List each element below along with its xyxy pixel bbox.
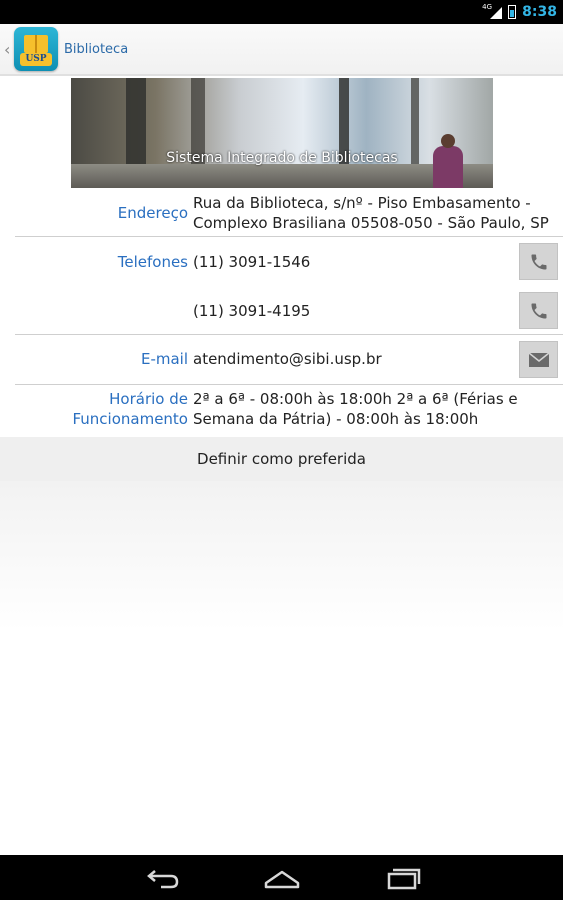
phone-icon — [531, 303, 546, 318]
phones-row: Telefones (11) 3091-1546 (11) 3091-4195 — [15, 242, 563, 332]
call-button-2[interactable] — [519, 292, 558, 329]
set-favorite-button[interactable]: Definir como preferida — [0, 437, 563, 481]
up-caret-icon[interactable]: ‹ — [4, 40, 14, 59]
divider — [15, 334, 563, 335]
status-indicators: 4G 8:38 — [482, 0, 557, 24]
page-title: Biblioteca — [64, 41, 129, 57]
phone-icon — [531, 254, 546, 269]
hours-line-1: 2ª a 6ª - 08:00h às 18:00h 2ª a 6ª (Féri… — [193, 390, 518, 408]
hours-row: Horário de Funcionamento 2ª a 6ª - 08:00… — [15, 389, 563, 433]
action-bar: ‹ USP Biblioteca — [0, 24, 563, 76]
recent-apps-icon[interactable] — [383, 865, 423, 891]
divider — [15, 384, 563, 385]
phone-number-1[interactable]: (11) 3091-1546 — [193, 252, 310, 272]
address-line-2: Complexo Brasiliana 05508-050 - São Paul… — [193, 214, 549, 232]
back-icon[interactable] — [143, 865, 183, 891]
hours-label-line-2: Funcionamento — [72, 410, 188, 428]
address-line-1: Rua da Biblioteca, s/nº - Piso Embasamen… — [193, 194, 531, 212]
set-favorite-label: Definir como preferida — [197, 450, 366, 468]
status-clock: 8:38 — [522, 4, 557, 20]
banner-caption: Sistema Integrado de Bibliotecas — [166, 150, 398, 166]
mail-icon — [528, 351, 549, 367]
call-button-1[interactable] — [519, 243, 558, 280]
book-icon — [24, 35, 48, 53]
battery-icon — [508, 5, 517, 19]
navigation-bar — [0, 855, 563, 900]
app-logo-icon[interactable]: USP — [14, 27, 58, 71]
hours-label-line-1: Horário de — [109, 390, 188, 408]
email-row: E-mail atendimento@sibi.usp.br — [15, 340, 563, 380]
home-icon[interactable] — [262, 865, 302, 891]
content-background — [0, 481, 563, 855]
email-value[interactable]: atendimento@sibi.usp.br — [193, 349, 382, 369]
app-badge: USP — [20, 53, 52, 66]
address-label: Endereço — [117, 204, 188, 222]
hours-line-2: Semana da Pátria) - 08:00h às 18:00h — [193, 410, 479, 428]
phone-number-2[interactable]: (11) 3091-4195 — [193, 301, 310, 321]
email-label: E-mail — [140, 350, 188, 368]
divider — [15, 236, 563, 237]
status-bar: 4G 8:38 — [0, 0, 563, 24]
email-button[interactable] — [519, 341, 558, 378]
address-row: Endereço Rua da Biblioteca, s/nº - Piso … — [15, 193, 563, 233]
library-banner-image: Sistema Integrado de Bibliotecas — [71, 78, 493, 188]
phones-label: Telefones — [117, 253, 188, 271]
signal-icon: 4G — [482, 3, 503, 19]
